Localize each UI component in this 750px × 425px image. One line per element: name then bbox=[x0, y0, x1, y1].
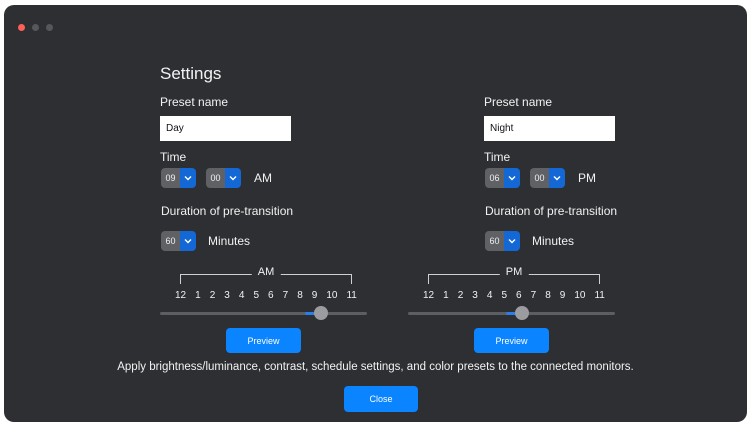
scale-tick-label: 1 bbox=[195, 290, 201, 301]
preset-name-label-day: Preset name bbox=[160, 95, 229, 109]
preview-button-night[interactable]: Preview bbox=[474, 328, 549, 353]
minute-select-day[interactable]: 00 bbox=[206, 168, 241, 188]
scale-tick-label: 3 bbox=[224, 290, 230, 301]
preset-name-input-day[interactable] bbox=[160, 116, 291, 141]
duration-select-night[interactable]: 60 bbox=[485, 231, 520, 251]
duration-unit-night: Minutes bbox=[532, 234, 575, 248]
scale-tick-label: 11 bbox=[346, 290, 357, 301]
time-label-day: Time bbox=[160, 150, 187, 164]
chevron-down-icon bbox=[549, 168, 565, 188]
settings-window: Settings Preset name Time 09 00 AM Durat… bbox=[4, 5, 747, 422]
scale-tick-label: 2 bbox=[457, 290, 464, 301]
chevron-down-icon bbox=[504, 168, 520, 188]
duration-select-day[interactable]: 60 bbox=[161, 231, 196, 251]
scale-tick-label: 10 bbox=[326, 290, 338, 301]
scale-tick-label: 9 bbox=[311, 290, 318, 301]
scale-tick-label: 8 bbox=[545, 290, 551, 301]
chevron-down-icon bbox=[180, 231, 196, 251]
scale-tick-label: 9 bbox=[559, 290, 566, 301]
close-window-dot[interactable] bbox=[18, 24, 25, 31]
chevron-down-icon bbox=[504, 231, 520, 251]
scale-ticks: 12 1 2 3 4 5 6 7 8 9 10 11 bbox=[423, 290, 605, 301]
time-scale-night: PM 12 1 2 3 4 5 6 7 8 9 10 11 bbox=[423, 266, 605, 301]
scale-period-label: AM bbox=[251, 266, 281, 278]
slider-knob[interactable] bbox=[514, 306, 529, 320]
scale-tick-label: 2 bbox=[209, 290, 216, 301]
scale-tick-label: 12 bbox=[423, 290, 435, 301]
scale-tick-label: 7 bbox=[282, 290, 289, 301]
chevron-down-icon bbox=[225, 168, 241, 188]
slider-track bbox=[160, 312, 367, 315]
minimize-window-dot[interactable] bbox=[32, 24, 39, 31]
scale-tick-label: 6 bbox=[516, 290, 522, 301]
slider-knob[interactable] bbox=[313, 306, 328, 320]
scale-tick-label: 5 bbox=[253, 290, 260, 301]
minute-value: 00 bbox=[206, 168, 225, 188]
scale-tick-label: 3 bbox=[472, 290, 478, 301]
time-slider-night[interactable] bbox=[408, 306, 615, 320]
preset-name-input-night[interactable] bbox=[484, 116, 615, 141]
zoom-window-dot[interactable] bbox=[46, 24, 53, 31]
hour-select-day[interactable]: 09 bbox=[161, 168, 196, 188]
minute-value: 00 bbox=[530, 168, 549, 188]
scale-tick-label: 1 bbox=[443, 290, 449, 301]
period-label-night: PM bbox=[578, 171, 596, 185]
time-slider-day[interactable] bbox=[160, 306, 367, 320]
scale-tick-label: 4 bbox=[486, 290, 493, 301]
page-title: Settings bbox=[160, 64, 222, 83]
scale-tick-label: 11 bbox=[594, 290, 605, 301]
scale-tick-label: 10 bbox=[574, 290, 586, 301]
info-text: Apply brightness/luminance, contrast, sc… bbox=[117, 361, 634, 373]
preset-name-label-night: Preset name bbox=[484, 95, 553, 109]
minute-select-night[interactable]: 00 bbox=[530, 168, 565, 188]
scale-tick-label: 7 bbox=[530, 290, 537, 301]
time-scale-day: AM 12 1 2 3 4 5 6 7 8 9 10 11 bbox=[175, 266, 357, 301]
scale-ticks: 12 1 2 3 4 5 6 7 8 9 10 11 bbox=[175, 290, 357, 301]
duration-value: 60 bbox=[161, 231, 180, 251]
scale-tick-label: 4 bbox=[238, 290, 245, 301]
time-label-night: Time bbox=[484, 150, 511, 164]
duration-label-night: Duration of pre-transition bbox=[485, 204, 618, 218]
scale-tick-label: 5 bbox=[501, 290, 508, 301]
hour-value: 09 bbox=[161, 168, 180, 188]
chevron-down-icon bbox=[180, 168, 196, 188]
hour-select-night[interactable]: 06 bbox=[485, 168, 520, 188]
scale-tick-label: 8 bbox=[297, 290, 303, 301]
hour-value: 06 bbox=[485, 168, 504, 188]
duration-unit-day: Minutes bbox=[208, 234, 251, 248]
scale-period-label: PM bbox=[499, 266, 529, 278]
duration-value: 60 bbox=[485, 231, 504, 251]
period-label-day: AM bbox=[254, 171, 272, 185]
close-button[interactable]: Close bbox=[344, 386, 418, 412]
preview-button-day[interactable]: Preview bbox=[226, 328, 301, 353]
scale-tick-label: 6 bbox=[268, 290, 274, 301]
duration-label-day: Duration of pre-transition bbox=[161, 204, 294, 218]
scale-tick-label: 12 bbox=[175, 290, 187, 301]
